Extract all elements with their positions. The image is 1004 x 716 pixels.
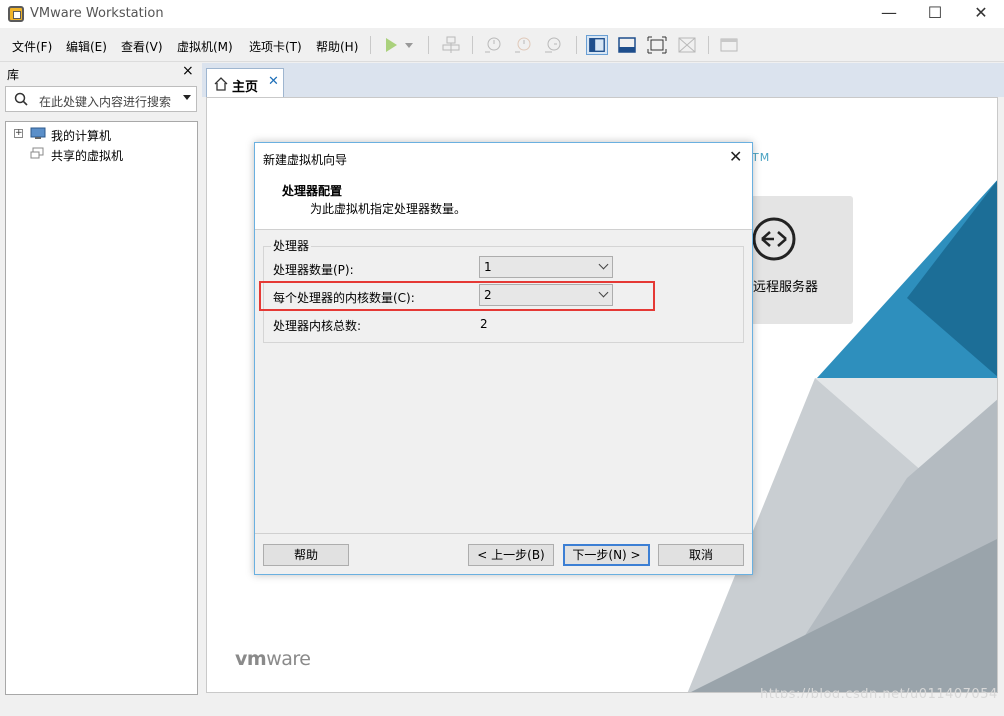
new-vm-wizard-dialog: 新建虚拟机向导 ✕ 处理器配置 为此虚拟机指定处理器数量。 处理器 处理器数量(… [254,142,753,575]
vmware-logo: vmware [235,648,311,670]
search-dropdown-arrow-icon[interactable] [183,95,191,100]
cores-per-processor-select[interactable]: 2 [479,284,613,306]
tree-item-label: 我的计算机 [51,129,112,143]
snapshot-icon[interactable] [482,35,504,55]
shared-vm-icon [30,147,44,159]
cancel-button[interactable]: 取消 [658,544,744,566]
processor-count-select[interactable]: 1 [479,256,613,278]
cores-per-processor-label: 每个处理器的内核数量(C): [273,291,415,305]
dialog-subheading: 为此虚拟机指定处理器数量。 [310,202,467,216]
menu-vm[interactable]: 虚拟机(M) [177,38,233,55]
next-button[interactable]: 下一步(N) > [563,544,650,566]
tree-item-my-computer[interactable]: + 我的计算机 [6,125,196,143]
toolbar-separator [708,36,709,54]
toolbar-separator [472,36,473,54]
dialog-title-bar: 新建虚拟机向导 ✕ [255,143,752,173]
menu-file[interactable]: 文件(F) [12,38,52,55]
play-dropdown-icon[interactable] [402,35,416,55]
title-bar: VMware Workstation — ☐ ✕ [0,0,1004,28]
vmware-app-icon [8,6,24,22]
tab-strip: 主页 ✕ [202,63,1004,98]
menu-toolbar: 文件(F) 编辑(E) 查看(V) 虚拟机(M) 选项卡(T) 帮助(H) [0,28,1004,62]
library-search-input[interactable]: 在此处键入内容进行搜索 [5,86,197,112]
tab-close-icon[interactable]: ✕ [268,74,279,89]
toolbar-separator [428,36,429,54]
menu-help[interactable]: 帮助(H) [316,38,358,55]
back-button[interactable]: < 上一步(B) [468,544,554,566]
dialog-heading: 处理器配置 [282,184,343,198]
library-close-button[interactable]: × [182,63,194,79]
connect-remote-server-tile[interactable]: 远程服务器 [737,196,853,324]
tm-mark: TM [752,151,771,164]
remote-server-icon [752,217,796,261]
remote-server-label: 远程服务器 [753,280,819,295]
unity-icon[interactable] [676,35,698,55]
dialog-footer-divider [255,533,752,534]
close-window-button[interactable]: ✕ [958,0,1004,28]
app-title: VMware Workstation [30,6,164,21]
dialog-close-button[interactable]: ✕ [729,147,742,166]
tab-label: 主页 [232,80,259,95]
menu-tabs[interactable]: 选项卡(T) [249,38,302,55]
library-header: 库 × [2,63,198,83]
chevron-down-icon [598,287,609,298]
menu-view[interactable]: 查看(V) [121,38,163,55]
dialog-header: 处理器配置 为此虚拟机指定处理器数量。 [255,173,752,230]
console-view-icon[interactable] [718,35,740,55]
computer-icon [30,127,46,139]
status-bar [0,698,1004,716]
tree-expand-icon[interactable]: + [14,129,23,138]
tree-item-shared-vms[interactable]: 共享的虚拟机 [6,145,196,163]
select-value: 2 [484,288,492,302]
group-label: 处理器 [271,237,312,254]
toolbar-separator [576,36,577,54]
home-icon [214,77,228,91]
send-ctrl-alt-del-icon[interactable] [440,35,462,55]
thumbnail-bar-icon[interactable] [616,35,638,55]
total-cores-label: 处理器内核总数: [273,319,362,333]
select-value: 1 [484,260,492,274]
help-button[interactable]: 帮助 [263,544,349,566]
maximize-button[interactable]: ☐ [912,0,958,28]
search-icon [14,92,28,106]
full-screen-icon[interactable] [646,35,668,55]
tree-item-label: 共享的虚拟机 [51,149,124,163]
search-placeholder: 在此处键入内容进行搜索 [39,95,172,109]
minimize-button[interactable]: — [866,0,912,28]
toolbar-separator [370,36,371,54]
play-icon[interactable] [380,35,402,55]
total-cores-value: 2 [480,317,488,331]
manage-snapshots-icon[interactable] [542,35,564,55]
processor-count-label: 处理器数量(P): [273,263,354,277]
menu-edit[interactable]: 编辑(E) [66,38,107,55]
chevron-down-icon [598,259,609,270]
tab-home[interactable]: 主页 ✕ [206,68,284,98]
library-tree: + 我的计算机 共享的虚拟机 [5,121,198,695]
dialog-title: 新建虚拟机向导 [263,153,348,167]
revert-snapshot-icon[interactable] [512,35,534,55]
show-library-icon[interactable] [586,35,608,55]
library-title: 库 [7,68,20,82]
